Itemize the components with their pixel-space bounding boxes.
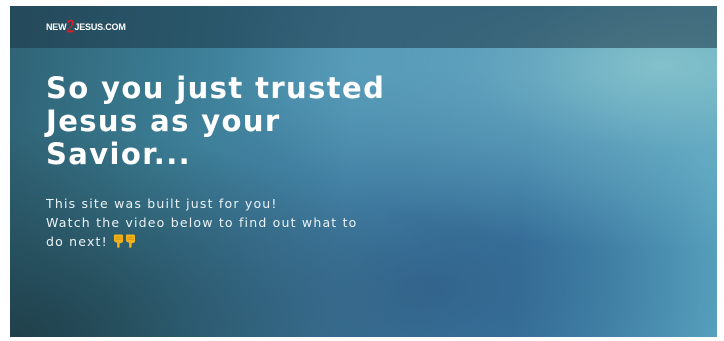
hero-line-3-text: do next! [46, 234, 108, 249]
pointing-down-hand-icon [113, 234, 123, 248]
hero-body: This site was built just for you! Watch … [46, 194, 426, 251]
logo-text-new: NEW [46, 22, 67, 32]
site-header: NEW JESUS.COM [10, 6, 717, 48]
hero-title: So you just trusted Jesus as your Savior… [46, 71, 386, 171]
pointing-down-hand-icon [125, 234, 135, 248]
hero-line-3: do next! [46, 232, 426, 251]
hero-line-1: This site was built just for you! [46, 196, 278, 211]
site-logo[interactable]: NEW JESUS.COM [46, 19, 126, 34]
pointer-group [112, 234, 136, 249]
page-background: NEW JESUS.COM So you just trusted Jesus … [10, 6, 717, 337]
hero-line-2: Watch the video below to find out what t… [46, 215, 358, 230]
logo-text-jesus: JESUS.COM [74, 22, 126, 32]
red-numeral-2-icon [67, 19, 75, 33]
